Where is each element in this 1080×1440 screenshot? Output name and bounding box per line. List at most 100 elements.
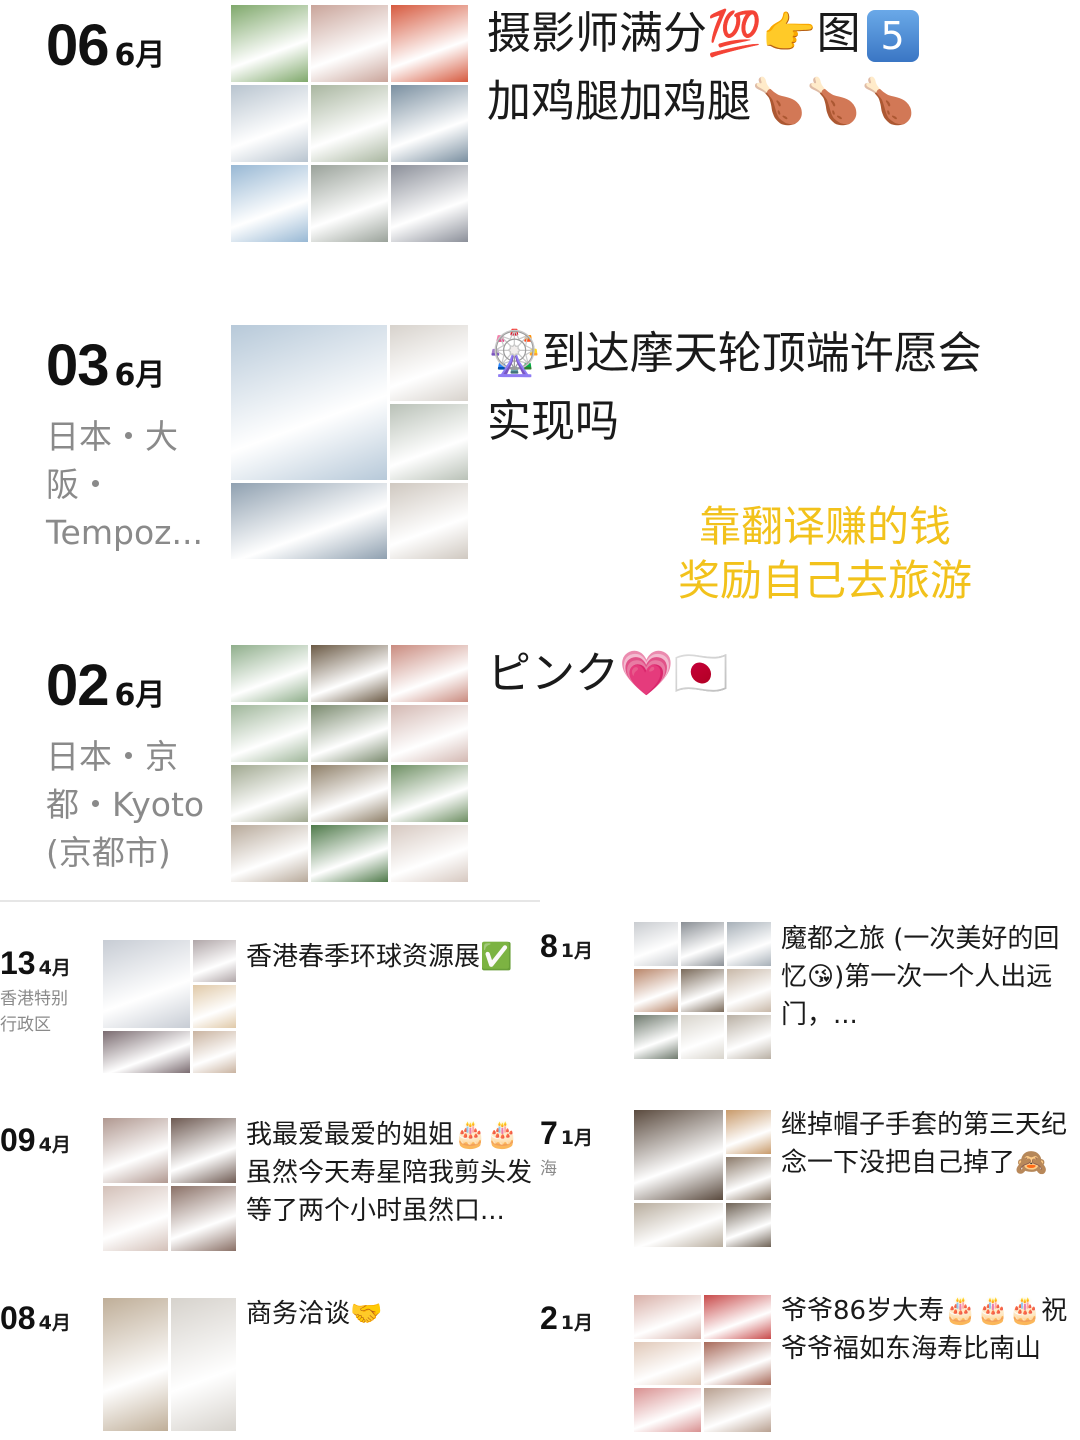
photo-thumbnail[interactable] [311,5,388,82]
post-caption[interactable]: 商务洽谈🤝 [246,1295,506,1333]
photo-thumbnail[interactable] [231,5,308,82]
caption-line2: 加鸡腿加鸡腿🍗🍗🍗 [487,76,916,127]
post-month: 4月 [38,1312,71,1334]
photo-thumbnail[interactable] [390,325,468,401]
photo-thumbnail[interactable] [231,325,387,480]
photo-thumbnail[interactable] [192,940,236,983]
post-1304[interactable]: 13 4月 香港特别行政区 [0,945,100,1038]
photo-thumbnail[interactable] [727,922,771,966]
photo-thumbnail[interactable] [231,483,387,559]
photo-thumbnail[interactable] [634,1203,724,1247]
photo-thumbnail[interactable] [680,922,725,966]
photo-grid[interactable] [103,1118,236,1251]
photo-thumbnail[interactable] [727,968,771,1013]
post-day: 09 [0,1122,36,1158]
photo-thumbnail[interactable] [391,5,468,82]
post-caption[interactable]: 🎡到达摩天轮顶端许愿会实现吗 [487,320,1007,456]
post-0306[interactable]: 03 6月 日本・大阪・Tempoz... [46,332,211,557]
post-month: 6月 [114,38,166,73]
post-0206[interactable]: 02 6月 日本・京都・Kyoto (京都市) [46,652,221,877]
photo-thumbnail[interactable] [391,705,468,762]
photo-thumbnail[interactable] [634,1110,724,1201]
photo-thumbnail[interactable] [726,1110,771,1154]
photo-grid[interactable] [231,645,468,882]
photo-thumbnail[interactable] [311,765,388,822]
post-month: 1月 [560,1127,594,1149]
post-caption[interactable]: 爷爷86岁大寿🎂🎂🎂祝爷爷福如东海寿比南山 [781,1292,1071,1368]
photo-thumbnail[interactable] [192,985,236,1028]
photo-thumbnail[interactable] [231,705,308,762]
post-month: 6月 [114,678,166,713]
photo-thumbnail[interactable] [231,85,308,162]
photo-thumbnail[interactable] [103,1186,168,1251]
post-caption[interactable]: 香港春季环球资源展✅ [246,938,531,976]
photo-grid[interactable] [231,325,468,562]
photo-grid[interactable] [634,1110,771,1247]
photo-thumbnail[interactable] [726,1203,771,1247]
post-day: 2 [540,1300,558,1336]
photo-grid[interactable] [634,922,771,1059]
photo-thumbnail[interactable] [311,165,388,242]
photo-thumbnail[interactable] [634,1295,701,1339]
photo-thumbnail[interactable] [726,1156,771,1201]
photo-thumbnail[interactable] [103,1298,168,1431]
post-location: 海 [540,1159,557,1179]
post-caption[interactable]: 继掉帽子手套的第三天纪念一下没把自己掉了🙈 [781,1106,1071,1182]
photo-thumbnail[interactable] [171,1186,236,1251]
photo-thumbnail[interactable] [634,922,678,966]
post-caption[interactable]: 魔都之旅 (一次美好的回忆😘)第一次一个人出远门，... [781,920,1076,1034]
photo-grid[interactable] [634,1295,771,1432]
post-0606[interactable]: 06 6月 [46,12,165,79]
photo-thumbnail[interactable] [103,940,190,1028]
overlay-line: 靠翻译赚的钱 [698,502,951,551]
photo-thumbnail[interactable] [727,1015,771,1059]
photo-thumbnail[interactable] [231,165,308,242]
photo-thumbnail[interactable] [171,1118,236,1183]
post-0804[interactable]: 08 4月 [0,1300,71,1337]
post-0701[interactable]: 7 1月 海 [540,1115,593,1182]
photo-thumbnail[interactable] [391,645,468,702]
photo-grid[interactable] [103,1298,236,1431]
photo-thumbnail[interactable] [634,1015,678,1059]
photo-thumbnail[interactable] [391,825,468,882]
photo-thumbnail[interactable] [311,705,388,762]
photo-thumbnail[interactable] [311,645,388,702]
photo-thumbnail[interactable] [390,404,468,480]
photo-grid[interactable] [103,940,236,1073]
photo-thumbnail[interactable] [311,85,388,162]
photo-thumbnail[interactable] [311,825,388,882]
post-caption[interactable]: 我最爱最爱的姐姐🎂🎂虽然今天寿星陪我剪头发等了两个小时虽然口... [246,1116,536,1230]
post-0201[interactable]: 2 1月 [540,1300,593,1337]
photo-thumbnail[interactable] [171,1298,236,1431]
photo-thumbnail[interactable] [231,645,308,702]
post-month: 4月 [38,957,71,979]
photo-thumbnail[interactable] [634,968,678,1013]
photo-thumbnail[interactable] [231,765,308,822]
post-caption[interactable]: ピンク💗🇯🇵 [487,640,987,708]
photo-thumbnail[interactable] [231,825,308,882]
photo-grid[interactable] [231,5,468,242]
photo-thumbnail[interactable] [103,1118,168,1183]
post-day: 8 [540,928,558,964]
photo-thumbnail[interactable] [390,483,468,559]
photo-thumbnail[interactable] [391,165,468,242]
overlay-line: 奖励自己去旅游 [677,556,972,605]
post-caption[interactable]: 摄影师满分💯👉图 5 加鸡腿加鸡腿🍗🍗🍗 [487,0,1047,136]
photo-thumbnail[interactable] [634,1388,701,1432]
photo-thumbnail[interactable] [192,1030,236,1073]
photo-thumbnail[interactable] [704,1295,771,1339]
photo-thumbnail[interactable] [391,85,468,162]
photo-thumbnail[interactable] [391,765,468,822]
post-month: 1月 [560,940,594,962]
post-day: 06 [46,13,110,78]
photo-thumbnail[interactable] [103,1030,190,1073]
photo-thumbnail[interactable] [634,1341,701,1386]
post-0801[interactable]: 8 1月 [540,928,593,965]
photo-thumbnail[interactable] [704,1388,771,1432]
photo-thumbnail[interactable] [704,1341,771,1386]
number-5-icon: 5 [866,10,919,62]
photo-thumbnail[interactable] [680,1015,725,1059]
post-0904[interactable]: 09 4月 [0,1122,71,1159]
post-location: 日本・京都・Kyoto (京都市) [46,737,205,872]
photo-thumbnail[interactable] [680,968,725,1013]
